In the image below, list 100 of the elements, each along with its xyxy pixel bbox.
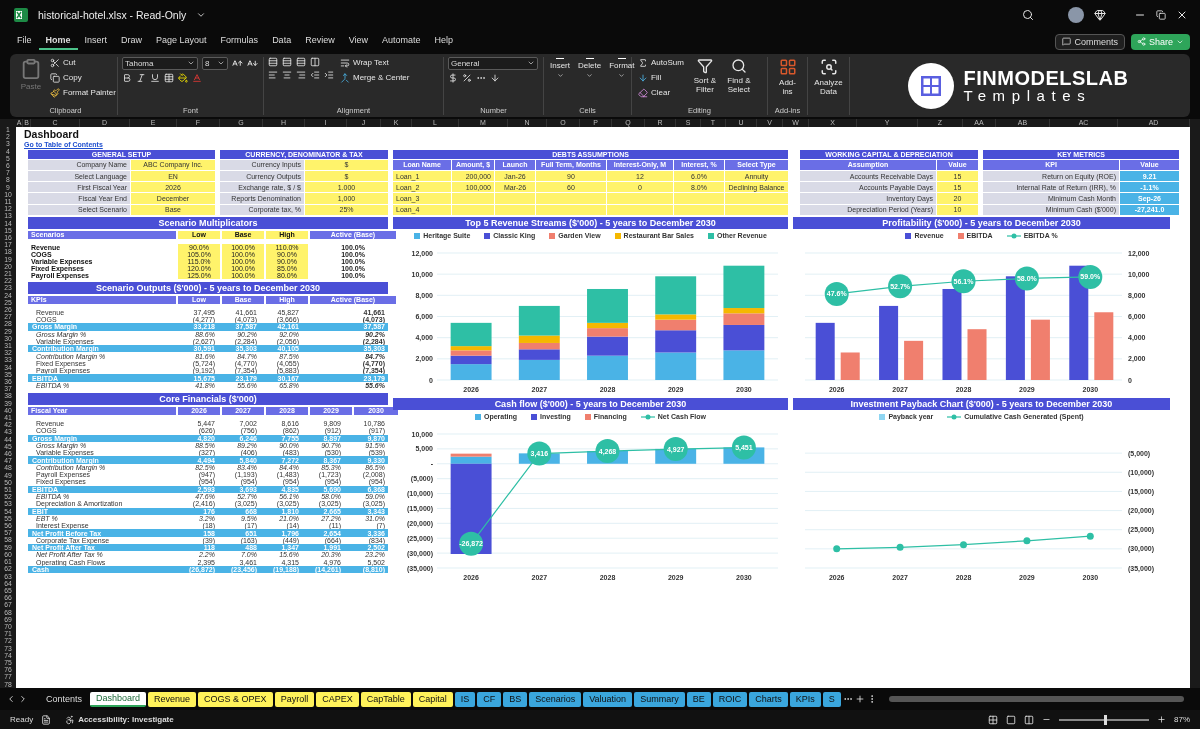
menu-tab[interactable]: Automate [375,32,428,50]
sheet-tab[interactable]: Capital [412,691,453,707]
grow-font-icon[interactable] [232,57,243,69]
currency-icon[interactable] [448,72,458,83]
menu-tab[interactable]: Home [38,32,78,50]
spreadsheet-app-icon [14,7,28,22]
fill-color-icon[interactable] [178,72,188,83]
sheet-tab[interactable]: Valuation [583,691,633,707]
clipboard-icon [20,57,42,80]
menu-tab[interactable]: Insert [77,32,115,50]
cells-button[interactable]: Format [607,56,637,81]
search-icon[interactable] [1022,8,1034,21]
align-left-icon[interactable] [268,69,278,80]
logo-tagline: Templates [963,87,1093,105]
add-sheet-icon[interactable] [854,694,865,705]
accessibility-icon [65,714,76,725]
sheet-tab[interactable]: CapTable [360,691,411,707]
macro-icon[interactable] [41,714,52,725]
font-color-icon[interactable] [192,72,202,83]
sheet-tab[interactable]: KPIs [789,691,821,707]
table-cell [607,193,673,204]
sheet-tab[interactable]: Dashboard [90,691,147,707]
borders-icon[interactable] [164,72,174,83]
italic-icon[interactable] [136,72,146,83]
copy-button[interactable]: Copy [48,71,118,84]
cells-button[interactable]: Insert [548,56,572,81]
previous-sheet-icon[interactable] [6,694,16,705]
data-point [896,543,904,551]
page-layout-icon[interactable] [1006,714,1016,725]
data-point [1086,532,1094,540]
align-bottom-icon[interactable] [296,56,306,67]
zoom-in-icon[interactable] [1157,715,1166,725]
section-title: Scenario Outputs ($'000) - 5 years to December 2030 [28,281,388,294]
menu-tab[interactable]: View [341,32,375,50]
underline-icon[interactable] [150,72,160,83]
sheet-tab[interactable]: ROIC [712,691,748,707]
wrap-text-icon [340,57,350,68]
fill-button[interactable]: Fill [636,71,686,84]
align-middle-icon[interactable] [282,56,292,67]
decrease-indent-icon[interactable] [310,69,320,80]
sheet-tab[interactable]: BE [686,691,711,707]
number-format-field[interactable]: General [448,56,538,70]
add-ins-button[interactable]: Add-ins [772,56,803,98]
horizontal-scrollbar[interactable] [888,696,1184,703]
next-sheet-icon[interactable] [18,694,28,705]
data-point [1023,537,1031,544]
restore-icon[interactable] [1156,9,1166,20]
sort-filter-button[interactable]: Sort & Filter [689,56,720,96]
cut-button[interactable]: Cut [48,56,118,69]
merge-center-button[interactable]: Merge & Center [338,71,412,84]
menu-tab[interactable]: Formulas [213,32,266,50]
diamond-icon[interactable] [1094,8,1106,21]
page-break-view-icon[interactable] [1024,714,1034,725]
sheet-tab[interactable]: IS [454,691,476,707]
menu-tab[interactable]: Review [298,32,342,50]
menu-tab[interactable]: Draw [114,32,150,50]
avatar[interactable] [1068,6,1084,23]
analyze-data-button[interactable]: Analyze Data [812,56,845,98]
grid-icon [778,57,797,76]
sheet-tab[interactable]: CAPEX [316,691,359,707]
eraser-icon [638,87,648,98]
format-painter-button[interactable]: Format Painter [48,86,118,99]
cells-button[interactable]: Delete [576,56,604,81]
increase-indent-icon[interactable] [324,69,334,80]
menu-tab[interactable]: Data [265,32,299,50]
orientation-icon[interactable] [310,56,320,67]
sheet-tab[interactable]: CF [477,691,502,707]
vertical-scrollbar[interactable] [1190,126,1200,689]
sheet-tab[interactable]: COGS & OPEX [198,691,273,707]
accessibility-button[interactable]: Accessibility: Investigate [59,713,180,726]
clear-button[interactable]: Clear [636,86,686,99]
filter-icon [696,57,713,74]
comments-button[interactable]: Comments [1055,33,1125,50]
normal-view-icon[interactable] [988,714,998,725]
align-center-icon[interactable] [282,69,292,80]
sheet-tab[interactable]: Payroll [274,691,315,707]
shrink-font-icon[interactable] [247,57,258,69]
sheet-tab[interactable]: Summary [634,691,685,707]
sheet-tab[interactable]: BS [503,691,528,707]
menu-tab[interactable]: File [10,32,39,50]
align-top-icon[interactable] [268,56,278,67]
logo-icon [907,62,954,109]
sheet-tab[interactable]: Scenarios [529,691,582,707]
sheet-tab[interactable]: Contents [40,691,89,707]
decimal-icon[interactable] [490,72,500,83]
sheet-tab[interactable]: Charts [749,691,788,707]
percent-icon[interactable] [462,72,472,83]
caret-icon [618,72,626,80]
align-right-icon[interactable] [296,69,306,80]
font-size-field[interactable]: 8 [202,56,228,70]
sheet-tab[interactable]: Revenue [148,691,197,707]
sheet-tab[interactable]: S [822,691,841,707]
font-name-field[interactable]: Tahoma [122,56,198,70]
zoom-thumb[interactable] [1104,714,1107,725]
wrap-text-button[interactable]: Wrap Text [338,56,412,69]
menu-tab[interactable]: Page Layout [149,32,214,50]
autosum-button[interactable]: AutoSum [636,56,686,69]
bold-icon[interactable] [122,72,132,83]
find-select-button[interactable]: Find & Select [723,56,754,96]
menu-tab[interactable]: Help [427,32,461,50]
